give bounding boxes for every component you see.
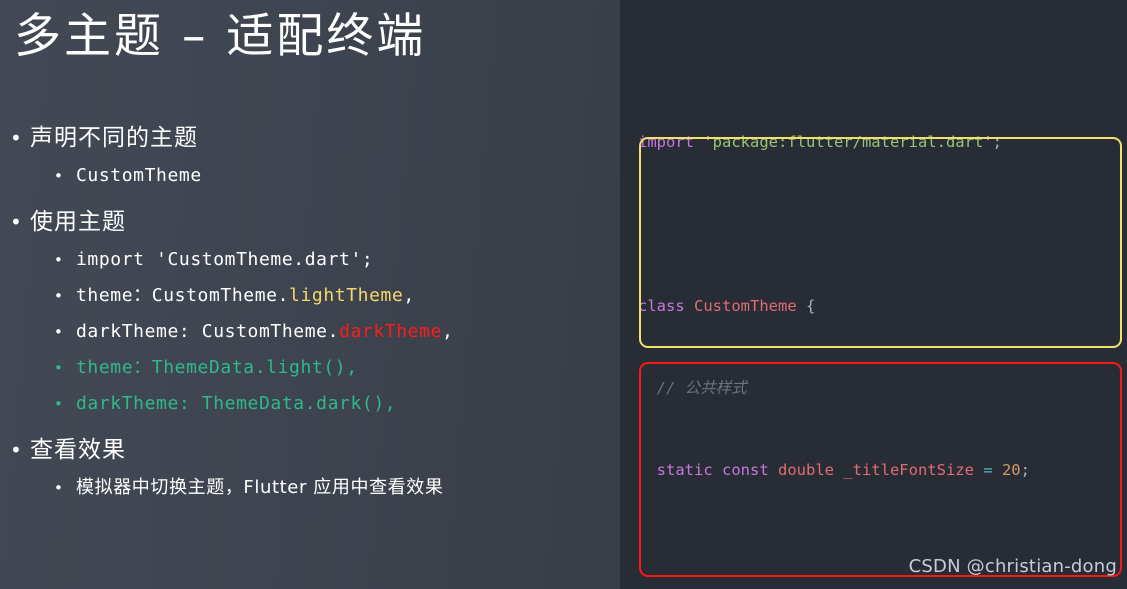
bullet-icon: • xyxy=(10,438,22,462)
outline-sub-theme-lighttheme: • theme：CustomTheme. lightTheme, xyxy=(0,284,620,308)
outline-sub-label: darkTheme: ThemeData.dark(), xyxy=(76,393,397,414)
code-line: import 'package:flutter/material.dart'; xyxy=(638,133,1002,151)
outline-sub-darktheme-themedata-dark: • darkTheme: ThemeData.dark(), xyxy=(0,392,620,416)
outline-sub-suffix: , xyxy=(442,321,454,342)
outline-sub-customtheme: • CustomTheme xyxy=(0,164,620,188)
outline-item-view-result: • 查看效果 xyxy=(0,436,620,464)
outline-sub-theme-themedata-light: • theme：ThemeData.light(), xyxy=(0,356,620,380)
outline-sub-suffix: , xyxy=(403,285,415,306)
code-comment-line: // 公共样式 xyxy=(638,379,747,397)
bullet-icon: • xyxy=(54,359,63,377)
code-block: import 'package:flutter/material.dart'; … xyxy=(620,0,1127,589)
outline-item-use-theme: • 使用主题 xyxy=(0,208,620,236)
bullet-icon: • xyxy=(54,323,63,341)
bullet-icon: • xyxy=(54,251,63,269)
code-line: static const double _titleFontSize = 20; xyxy=(638,461,1030,479)
outline-item-label: 查看效果 xyxy=(30,437,126,463)
bullet-icon: • xyxy=(54,167,63,185)
outline-item-declare-themes: • 声明不同的主题 xyxy=(0,124,620,152)
page-title: 多主题 – 适配终端 xyxy=(14,9,427,64)
outline-sub-prefix: theme：CustomTheme. xyxy=(76,285,290,306)
outline-sub-label: import 'CustomTheme.dart'; xyxy=(76,249,374,270)
outline-item-label: 使用主题 xyxy=(30,209,126,235)
outline-item-label: 声明不同的主题 xyxy=(30,125,198,151)
outline-sub-highlight-darktheme: darkTheme xyxy=(339,321,442,342)
bullet-icon: • xyxy=(54,395,63,413)
outline-sub-darktheme-customtheme: • darkTheme: CustomTheme. darkTheme, xyxy=(0,320,620,344)
outline-list: • 声明不同的主题 • CustomTheme • 使用主题 • import … xyxy=(0,124,620,502)
slide-root: 多主题 – 适配终端 • 声明不同的主题 • CustomTheme • 使用主… xyxy=(0,0,1127,589)
outline-sub-highlight-lighttheme: lightTheme xyxy=(289,285,404,306)
watermark: CSDN @christian-dong xyxy=(908,556,1117,577)
outline-sub-import: • import 'CustomTheme.dart'; xyxy=(0,248,620,272)
outline-sub-label: 模拟器中切换主题，Flutter 应用中查看效果 xyxy=(76,477,444,498)
bullet-icon: • xyxy=(10,210,22,234)
code-line: class CustomTheme { xyxy=(638,297,816,315)
outline-sub-emulator-switch: • 模拟器中切换主题，Flutter 应用中查看效果 xyxy=(0,476,620,500)
slide-code-panel: import 'package:flutter/material.dart'; … xyxy=(620,0,1127,589)
slide-left-panel: 多主题 – 适配终端 • 声明不同的主题 • CustomTheme • 使用主… xyxy=(0,0,620,589)
bullet-icon: • xyxy=(54,479,63,497)
bullet-icon: • xyxy=(10,126,22,150)
bullet-icon: • xyxy=(54,287,63,305)
outline-sub-prefix: darkTheme: CustomTheme. xyxy=(76,321,340,342)
outline-sub-label: CustomTheme xyxy=(76,165,202,186)
outline-sub-label: theme：ThemeData.light(), xyxy=(76,357,358,378)
